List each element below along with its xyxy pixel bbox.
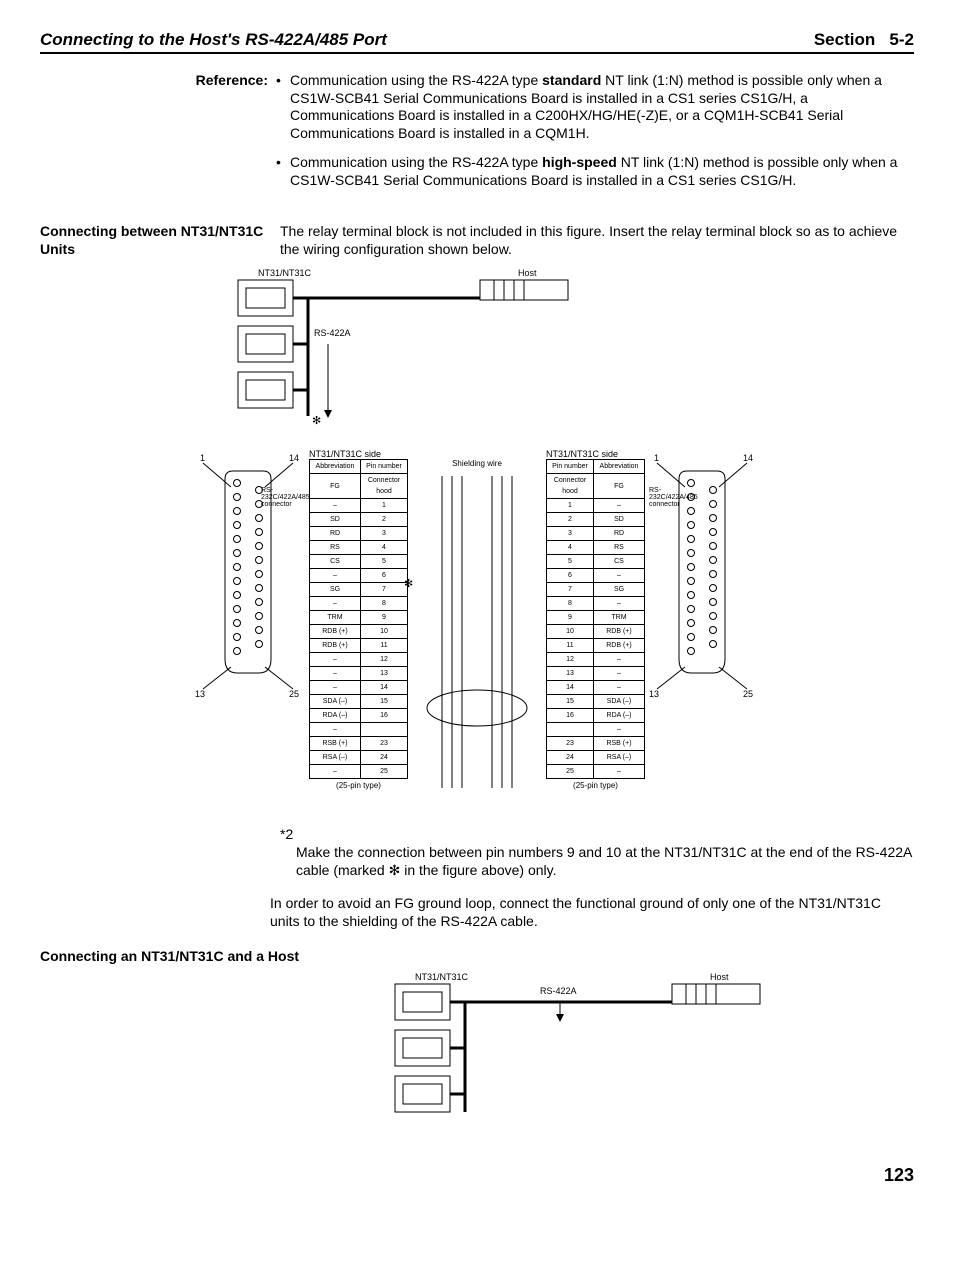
section-connecting-units: Connecting between NT31/NT31C Units The … — [40, 223, 914, 258]
svg-text:Host: Host — [518, 268, 537, 278]
svg-text:1: 1 — [200, 453, 205, 463]
page-header: Connecting to the Host's RS-422A/485 Por… — [40, 30, 914, 54]
page-number: 123 — [40, 1165, 914, 1186]
nt-host-diagram: NT31/NT31C Host RS-422A — [390, 970, 914, 1133]
fg-loop-paragraph: In order to avoid an FG ground loop, con… — [270, 894, 914, 930]
right-connector-outline: 1 14 13 25 — [649, 449, 759, 702]
svg-text:RS-422A: RS-422A — [314, 328, 351, 338]
header-title: Connecting to the Host's RS-422A/485 Por… — [40, 30, 387, 50]
reference-bullet: •Communication using the RS-422A type hi… — [276, 154, 914, 189]
section-body: The relay terminal block is not included… — [280, 223, 914, 258]
section-heading: Connecting between NT31/NT31C Units — [40, 223, 280, 258]
svg-text:25: 25 — [289, 689, 299, 699]
footnote-2: *2 Make the connection between pin numbe… — [280, 825, 914, 880]
svg-text:13: 13 — [649, 689, 659, 699]
svg-text:1: 1 — [654, 453, 659, 463]
reference-bullet: •Communication using the RS-422A type st… — [276, 72, 914, 142]
svg-text:✻: ✻ — [312, 415, 321, 427]
svg-text:25: 25 — [743, 689, 753, 699]
svg-text:Host: Host — [710, 972, 729, 982]
svg-text:NT31/NT31C: NT31/NT31C — [415, 972, 469, 982]
svg-text:NT31/NT31C: NT31/NT31C — [258, 268, 312, 278]
reference-bullets: •Communication using the RS-422A type st… — [276, 72, 914, 201]
header-section: Section 5-2 — [814, 30, 914, 50]
pin-diagram: 1 14 13 25 NT31/NT31C side AbbreviationP… — [40, 449, 914, 811]
svg-text:14: 14 — [289, 453, 299, 463]
svg-text:13: 13 — [195, 689, 205, 699]
topology-svg: NT31/NT31C Host RS-422A ✻ — [228, 266, 608, 436]
right-pin-table: NT31/NT31C side Pin numberAbbreviationCo… — [546, 449, 645, 790]
wiring-middle: Shielding wire ✻ — [412, 449, 542, 811]
left-pin-table: NT31/NT31C side AbbreviationPin numberFG… — [309, 449, 408, 790]
reference-label: Reference: — [158, 72, 276, 201]
topology-diagram: NT31/NT31C Host RS-422A ✻ — [228, 266, 914, 439]
svg-text:14: 14 — [743, 453, 753, 463]
svg-text:RS-422A: RS-422A — [540, 986, 577, 996]
section-connecting-nt-host: Connecting an NT31/NT31C and a Host — [40, 948, 914, 964]
reference-block: Reference: •Communication using the RS-4… — [158, 72, 914, 201]
